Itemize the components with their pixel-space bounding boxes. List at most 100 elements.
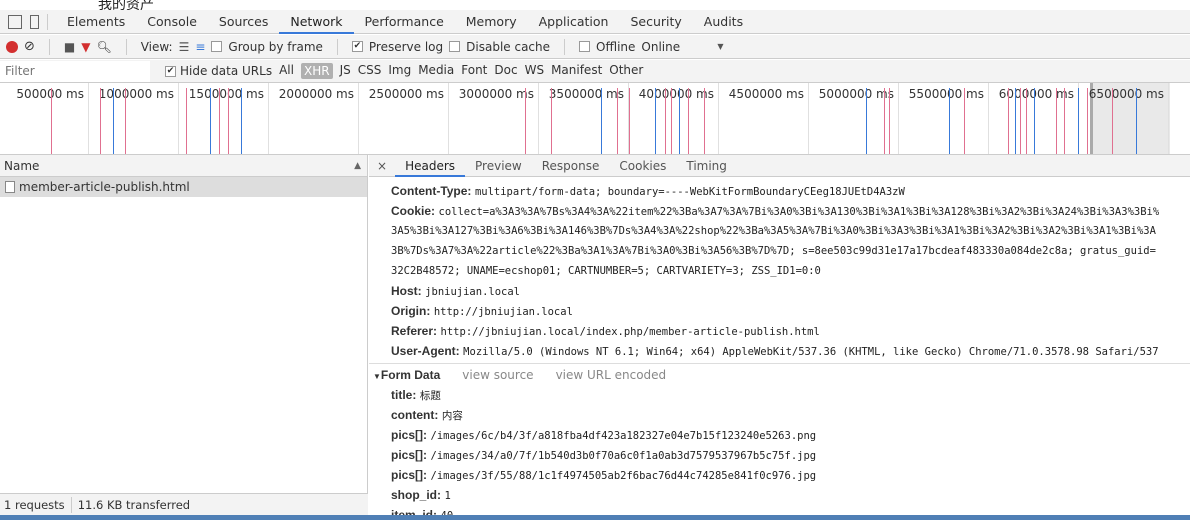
tab-elements[interactable]: Elements (56, 10, 136, 34)
header-name: Cookie: (391, 204, 436, 218)
timeline-request-mark (665, 88, 666, 154)
timeline-request-mark (1078, 88, 1079, 154)
triangle-down-icon: ▼ (373, 371, 381, 381)
form-data-row: pics[]: /images/6c/b4/3f/a818fba4df423a1… (369, 425, 1190, 445)
name-header-label: Name (4, 158, 40, 173)
form-field-value: 1 (444, 490, 451, 502)
form-data-row: shop_id: 1 (369, 485, 1190, 505)
throttle-select[interactable]: Online (641, 40, 711, 54)
filter-icon[interactable]: ▼ (81, 40, 90, 54)
header-row: Content-Type: multipart/form-data; bound… (369, 181, 1190, 201)
divider (336, 38, 338, 55)
timeline-tick-label: 3000000 ms (458, 87, 534, 101)
tab-performance[interactable]: Performance (354, 10, 455, 34)
timeline-request-mark (688, 88, 689, 154)
record-icon[interactable] (6, 40, 18, 53)
timeline-tick-label: 5000000 ms (818, 87, 894, 101)
capture-screenshots-icon[interactable]: ■ (64, 40, 75, 54)
chevron-down-icon[interactable]: ▼ (717, 42, 723, 51)
device-toolbar-icon[interactable] (30, 14, 39, 29)
timeline-request-mark (601, 88, 602, 154)
filter-type-img[interactable]: Img (388, 63, 411, 79)
large-rows-icon[interactable]: ☰ (179, 40, 190, 54)
os-taskbar (0, 515, 1190, 520)
form-data-section-header[interactable]: ▼Form Data view source view URL encoded (369, 363, 1190, 385)
overview-timeline[interactable]: 500000 ms 1000000 ms 1500000 ms 2000000 ms 2… (0, 83, 1190, 155)
offline-checkbox[interactable] (579, 41, 591, 52)
group-by-frame-checkbox[interactable] (211, 41, 223, 52)
filter-type-ws[interactable]: WS (525, 63, 544, 79)
filter-type-xhr[interactable]: XHR (300, 63, 333, 79)
timeline-request-mark (949, 88, 950, 154)
hide-data-urls-checkbox[interactable]: ✔ (165, 65, 176, 77)
inspect-element-icon[interactable] (8, 14, 22, 29)
timeline-request-mark (1064, 88, 1065, 154)
preserve-log-checkbox[interactable]: ✔ (351, 41, 363, 52)
header-name: Origin: (391, 304, 431, 318)
form-field-name: pics[]: (391, 448, 427, 462)
header-row: 3A5%3Bi%3A127%3Bi%3A6%3Bi%3A146%3B%7Ds%3… (369, 221, 1190, 241)
filter-type-js[interactable]: JS (340, 63, 351, 79)
header-row: Cookie: collect=a%3A3%3A%7Bs%3A4%3A%22it… (369, 201, 1190, 221)
tab-sources[interactable]: Sources (208, 10, 279, 34)
form-data-title[interactable]: ▼Form Data (373, 368, 440, 382)
requests-panel: Name ▲ member-article-publish.html 1 req… (0, 155, 368, 515)
timeline-request-mark (125, 88, 126, 154)
timeline-request-mark (1020, 88, 1021, 154)
timeline-tick-label: 6500000 ms (1088, 87, 1164, 101)
header-row: Referer: http://jbniujian.local/index.ph… (369, 321, 1190, 341)
timeline-request-mark (51, 88, 52, 154)
filter-bar: ✔ Hide data URLs All XHR JS CSS Img Media Font… (0, 60, 1190, 83)
timeline-tick-label: 5500000 ms (908, 87, 984, 101)
search-icon[interactable]: 🔍︎ (96, 40, 111, 54)
timeline-request-mark (100, 88, 101, 154)
details-tab-response[interactable]: Response (532, 155, 610, 177)
details-tab-cookies[interactable]: Cookies (609, 155, 676, 177)
form-field-value: /images/3f/55/88/1c1f4974505ab2f6bac76d4… (430, 470, 817, 482)
timeline-request-mark (671, 88, 672, 154)
details-tab-preview[interactable]: Preview (465, 155, 532, 177)
filter-input[interactable] (0, 60, 150, 82)
form-field-name: shop_id: (391, 488, 441, 502)
clear-icon[interactable]: ⊘ (24, 39, 35, 54)
details-tab-timing[interactable]: Timing (676, 155, 737, 177)
close-icon[interactable]: × (369, 159, 395, 173)
timeline-tick-label: 500000 ms (16, 87, 84, 101)
tab-memory[interactable]: Memory (455, 10, 528, 34)
disable-cache-checkbox[interactable] (449, 41, 461, 52)
filter-type-media[interactable]: Media (418, 63, 454, 79)
waterfall-icon[interactable]: ≡ (195, 40, 205, 54)
group-by-frame-label: Group by frame (228, 39, 323, 54)
timeline-request-mark (1034, 88, 1035, 154)
timeline-request-mark (866, 88, 867, 154)
timeline-request-mark (228, 88, 229, 154)
header-value: 3A5%3Bi%3A127%3Bi%3A6%3Bi%3A146%3B%7Ds%3… (391, 225, 1156, 237)
tab-security[interactable]: Security (619, 10, 692, 34)
request-row[interactable]: member-article-publish.html (0, 177, 367, 197)
tab-console[interactable]: Console (136, 10, 208, 34)
form-data-row: title: 标题 (369, 385, 1190, 405)
filter-type-doc[interactable]: Doc (494, 63, 517, 79)
view-url-encoded-link[interactable]: view URL encoded (556, 368, 667, 382)
form-field-name: content: (391, 408, 439, 422)
filter-type-font[interactable]: Font (461, 63, 487, 79)
header-value: jbniujian.local (425, 286, 520, 298)
filter-type-manifest[interactable]: Manifest (551, 63, 602, 79)
header-value: 32C2B48572; UNAME=ecshop01; CARTNUMBER=5… (391, 265, 821, 277)
view-source-link[interactable]: view source (462, 368, 533, 382)
tab-application[interactable]: Application (528, 10, 620, 34)
filter-type-all[interactable]: All (279, 63, 294, 79)
form-field-name: title: (391, 388, 417, 402)
tab-network[interactable]: Network (279, 10, 354, 34)
name-column-header[interactable]: Name ▲ (0, 155, 367, 177)
tab-audits[interactable]: Audits (693, 10, 754, 34)
details-tab-headers[interactable]: Headers (395, 155, 466, 177)
divider (48, 38, 50, 55)
timeline-request-mark (1136, 88, 1137, 154)
form-data-row: pics[]: /images/3f/55/88/1c1f4974505ab2f… (369, 465, 1190, 485)
timeline-request-mark (1056, 88, 1057, 154)
header-row: Host: jbniujian.local (369, 281, 1190, 301)
header-name: Content-Type: (391, 184, 472, 198)
filter-type-other[interactable]: Other (609, 63, 643, 79)
filter-type-css[interactable]: CSS (358, 63, 382, 79)
